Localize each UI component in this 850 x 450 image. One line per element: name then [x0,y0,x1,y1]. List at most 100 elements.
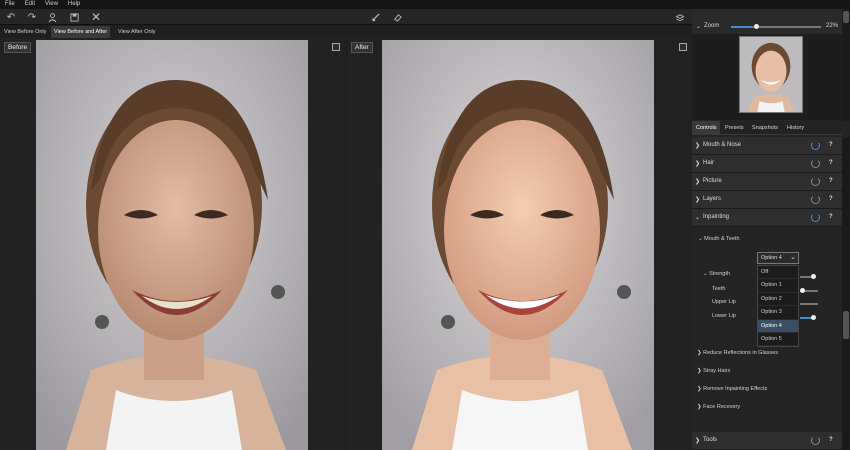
before-photo [36,40,308,450]
section-label: Hair [703,160,715,166]
chevron-down-icon: ⌄ [703,271,708,277]
section-label: Layers [703,196,722,202]
eraser-icon[interactable] [390,10,404,24]
lower-lip-label: Lower Lip [712,313,736,319]
option-select[interactable]: Option 4 ⌄ [757,252,799,264]
section-picture[interactable]: ❯ Picture ? [692,173,842,191]
chevron-right-icon: ❯ [697,386,702,392]
zoom-slider[interactable] [731,24,821,29]
strength-toggle[interactable]: ⌄ Strength [703,271,730,277]
face-recovery-label: Face Recovery [703,404,741,410]
strength-slider[interactable] [800,274,816,279]
remove-effects-label: Remove Inpainting Effects [703,386,768,392]
tab-snapshots[interactable]: Snapshots [748,121,782,135]
reduce-reflections-label: Reduce Reflections in Glasses [703,350,779,356]
section-label: Inpainting [703,214,730,220]
navigator-scrollbar[interactable] [842,9,850,121]
menu-view[interactable]: View [40,0,63,9]
zoom-label: Zoom [704,23,720,29]
face-select-icon[interactable] [45,10,59,24]
view-mode-tabs: View Before Only View Before and After V… [0,26,692,38]
undo-icon[interactable]: ↶ [4,10,18,24]
menu-edit[interactable]: Edit [20,0,40,9]
tab-before-and-after[interactable]: View Before and After [51,26,111,38]
option-select-value: Option 4 [761,255,782,261]
right-panel: ⌄ Zoom 22% Controls Presets Snapshots Hi… [692,9,850,450]
help-icon[interactable]: ? [829,214,833,220]
dropdown-option-selected[interactable]: Option 4 [758,319,798,333]
menu-file[interactable]: File [0,0,20,9]
before-label: Before [4,42,32,53]
tab-history[interactable]: History [783,121,808,135]
navigator-thumbnail[interactable] [739,36,803,113]
chevron-right-icon: ❯ [697,404,702,410]
reduce-reflections-toggle[interactable]: ❯ Reduce Reflections in Glasses [697,350,778,356]
tab-controls[interactable]: Controls [692,121,721,135]
lower-lip-slider[interactable] [800,315,816,320]
chevron-right-icon: ❯ [697,368,702,374]
help-icon[interactable]: ? [829,178,833,184]
dropdown-option[interactable]: Option 1 [758,279,798,293]
after-label: After [351,42,373,53]
save-icon[interactable] [67,10,81,24]
power-icon[interactable] [811,213,820,222]
option-dropdown-list: Off Option 1 Option 2 Option 3 Option 4 … [757,265,799,348]
face-recovery-toggle[interactable]: ❯ Face Recovery [697,404,740,410]
power-icon[interactable] [811,177,820,186]
chevron-down-icon: ⌄ [790,254,796,261]
remove-effects-toggle[interactable]: ❯ Remove Inpainting Effects [697,386,767,392]
chevron-down-icon: ⌄ [695,215,701,221]
chevron-right-icon: ❯ [697,350,702,356]
power-icon[interactable] [811,195,820,204]
section-label: Picture [703,178,722,184]
help-icon[interactable]: ? [829,196,833,202]
section-tools[interactable]: ❯ Tools ? [692,432,842,450]
dropdown-option[interactable]: Option 3 [758,306,798,320]
section-layers[interactable]: ❯ Layers ? [692,191,842,209]
before-pane-toggle-icon[interactable] [332,43,340,51]
stray-hairs-toggle[interactable]: ❯ Stray Hairs [697,368,730,374]
power-icon[interactable] [811,436,820,445]
after-photo [382,40,654,450]
after-pane: After [347,38,692,450]
layers-icon[interactable] [673,10,687,24]
controls-scrollbar[interactable] [842,137,850,450]
chevron-right-icon: ❯ [695,438,701,444]
mouth-teeth-label: Mouth & Teeth [704,236,740,242]
chevron-right-icon: ❯ [695,143,701,149]
tab-after-only[interactable]: View After Only [115,26,159,38]
tab-presets[interactable]: Presets [721,121,748,135]
brush-icon[interactable] [368,10,382,24]
teeth-label: Teeth [712,286,726,292]
chevron-right-icon: ❯ [695,161,701,167]
help-icon[interactable]: ? [829,437,833,443]
redo-icon[interactable]: ↷ [25,10,39,24]
help-icon[interactable]: ? [829,160,833,166]
zoom-value: 22% [826,23,839,29]
before-pane: Before [0,38,345,450]
chevron-down-icon[interactable]: ⌄ [696,23,701,30]
after-pane-toggle-icon[interactable] [679,43,687,51]
power-icon[interactable] [811,141,820,150]
power-icon[interactable] [811,159,820,168]
close-icon[interactable]: ✕ [89,10,103,24]
upper-lip-label: Upper Lip [712,299,736,305]
menu-bar: File Edit View Help [0,0,850,9]
dropdown-option[interactable]: Off [758,266,798,280]
section-mouth-nose[interactable]: ❯ Mouth & Nose ? [692,137,842,155]
chevron-right-icon: ❯ [695,179,701,185]
section-label: Tools [703,437,718,443]
dropdown-option[interactable]: Option 2 [758,293,798,307]
teeth-slider[interactable] [800,288,818,293]
strength-label: Strength [709,271,730,277]
tab-before-only[interactable]: View Before Only [1,26,49,38]
dropdown-option[interactable]: Option 5 [758,333,798,347]
section-hair[interactable]: ❯ Hair ? [692,155,842,173]
mouth-teeth-toggle[interactable]: ⌄ Mouth & Teeth [698,236,740,242]
upper-lip-slider[interactable] [800,303,818,305]
zoom-section: ⌄ Zoom 22% [692,9,842,34]
help-icon[interactable]: ? [829,142,833,148]
navigator [692,34,842,120]
section-inpainting[interactable]: ⌄ Inpainting ? [692,209,842,227]
menu-help[interactable]: Help [63,0,85,9]
